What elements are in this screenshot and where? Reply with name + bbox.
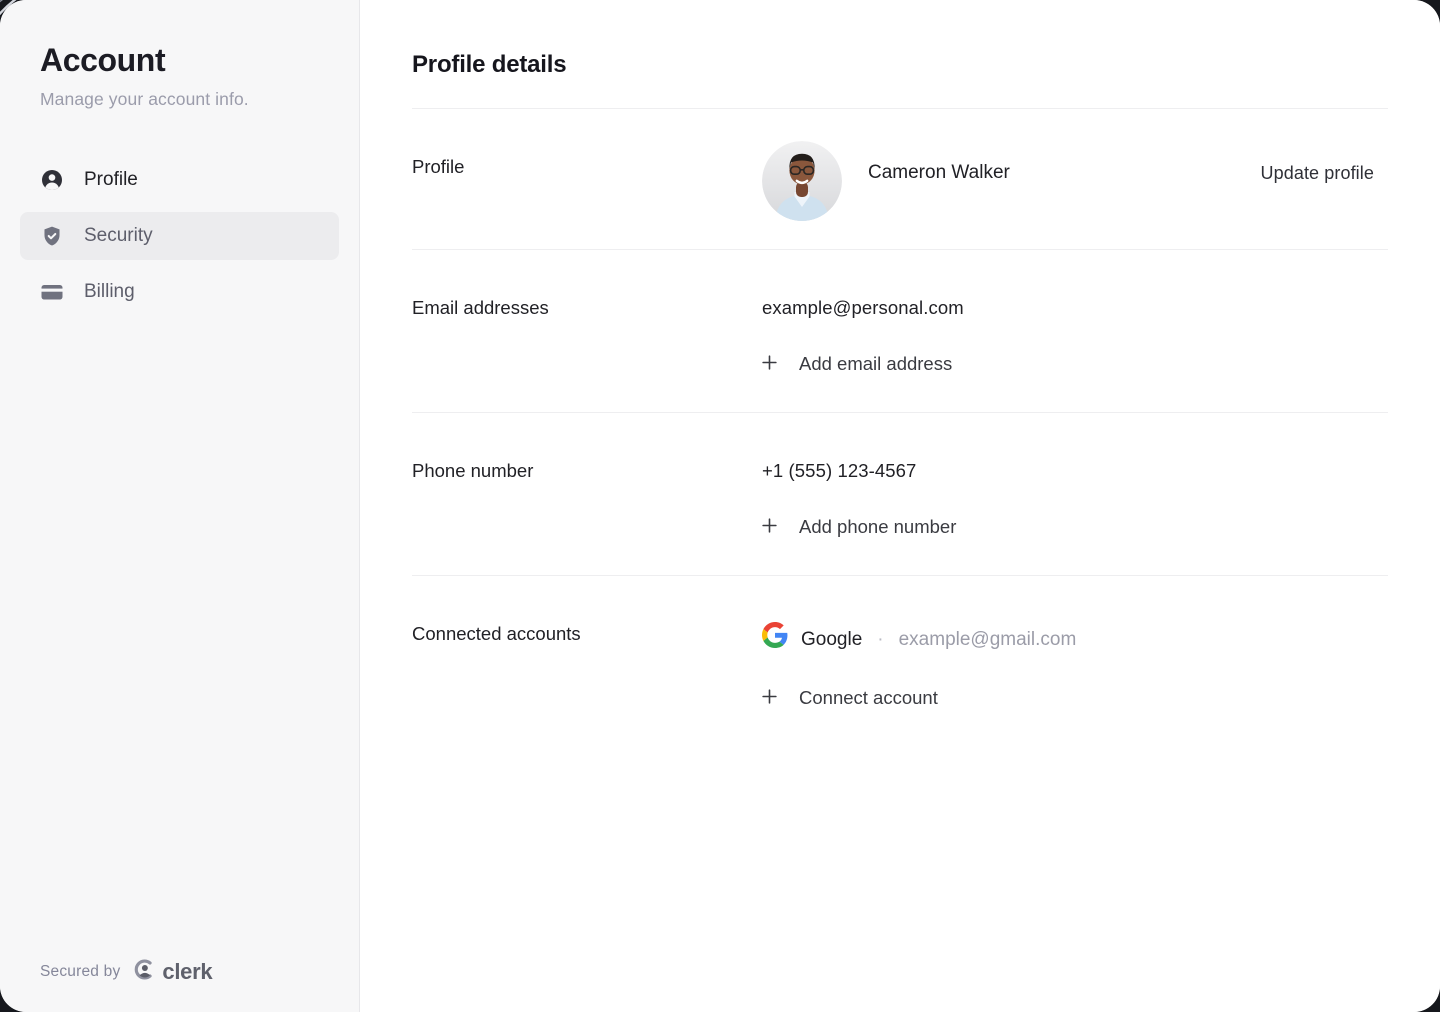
sidebar-item-profile[interactable]: Profile	[20, 156, 339, 204]
phone-section: Phone number +1 (555) 123-4567 Add phone…	[412, 413, 1388, 576]
connected-accounts-label: Connected accounts	[412, 622, 762, 710]
update-profile-button[interactable]: Update profile	[1261, 163, 1374, 184]
section-title: Profile details	[412, 0, 1388, 80]
plus-icon	[762, 515, 777, 539]
add-email-button[interactable]: Add email address	[762, 352, 952, 376]
plus-icon	[762, 352, 777, 376]
email-label: Email addresses	[412, 296, 762, 376]
google-icon	[762, 622, 788, 657]
profile-name: Cameron Walker	[868, 162, 1010, 184]
sidebar-nav: Profile Security Billi	[20, 156, 339, 316]
page-subtitle: Manage your account info.	[40, 89, 319, 110]
avatar	[762, 141, 842, 221]
account-card: Account Manage your account info. Profil…	[0, 0, 1440, 1012]
profile-section: Profile	[412, 109, 1388, 250]
sidebar-item-security[interactable]: Security	[20, 212, 339, 260]
connected-account-row: Google · example@gmail.com	[762, 622, 1388, 657]
sidebar-item-label: Security	[84, 225, 153, 247]
sidebar-item-label: Profile	[84, 169, 138, 191]
user-icon	[40, 168, 64, 192]
sidebar-item-billing[interactable]: Billing	[20, 268, 339, 316]
connect-account-label: Connect account	[799, 686, 938, 710]
phone-value: +1 (555) 123-4567	[762, 459, 1388, 483]
secured-by-text: Secured by	[40, 963, 120, 981]
sidebar-item-label: Billing	[84, 281, 135, 303]
clerk-wordmark: clerk	[162, 959, 212, 985]
shield-icon	[40, 224, 64, 248]
provider-name: Google	[801, 627, 862, 653]
secured-by-footer: Secured by clerk	[40, 958, 212, 986]
clerk-brand: clerk	[133, 958, 212, 986]
add-email-label: Add email address	[799, 352, 952, 376]
add-phone-button[interactable]: Add phone number	[762, 515, 956, 539]
profile-label: Profile	[412, 155, 762, 221]
add-phone-label: Add phone number	[799, 515, 956, 539]
email-value: example@personal.com	[762, 296, 1388, 320]
provider-separator: ·	[875, 627, 885, 653]
main-content: Profile details Profile	[360, 0, 1440, 1012]
connected-accounts-section: Connected accounts Google · example@gmai…	[412, 576, 1388, 746]
plus-icon	[762, 686, 777, 710]
clerk-logo-icon	[133, 958, 156, 986]
credit-card-icon	[40, 280, 64, 304]
sidebar: Account Manage your account info. Profil…	[0, 0, 360, 1012]
page-title: Account	[40, 42, 319, 79]
phone-label: Phone number	[412, 459, 762, 539]
email-section: Email addresses example@personal.com Add…	[412, 250, 1388, 413]
provider-email: example@gmail.com	[899, 627, 1077, 653]
connect-account-button[interactable]: Connect account	[762, 686, 938, 710]
